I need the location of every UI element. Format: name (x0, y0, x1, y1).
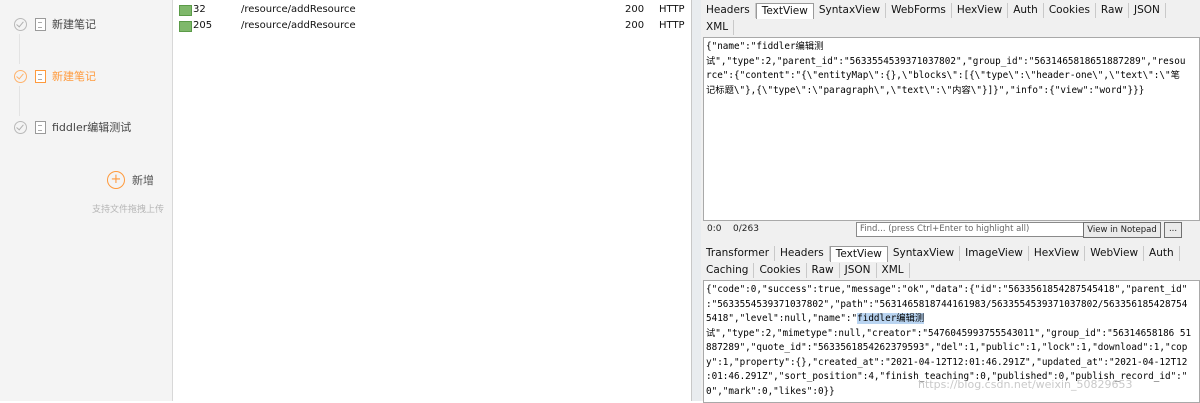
add-note-label: 新增 (132, 174, 154, 187)
tab-webforms[interactable]: WebForms (886, 3, 952, 18)
tab-auth[interactable]: Auth (1144, 246, 1180, 261)
view-in-notepad-button[interactable]: View in Notepad (1083, 222, 1161, 238)
find-input[interactable]: Find... (press Ctrl+Enter to highlight a… (856, 222, 1084, 237)
tab-textview[interactable]: TextView (829, 246, 888, 262)
find-bar: 0:0 0/263 Find... (press Ctrl+Enter to h… (703, 222, 1198, 238)
session-protocol: HTTP (659, 4, 685, 15)
text-line: y":1,"property":{},"created_at":"2021-04… (706, 356, 1188, 368)
plus-icon: + (107, 171, 125, 189)
char-count: 0/263 (733, 224, 759, 234)
tab-syntaxview[interactable]: SyntaxView (814, 3, 887, 18)
tab-webview[interactable]: WebView (1085, 246, 1145, 261)
check-circle-icon[interactable] (14, 69, 27, 83)
session-id: 32 (193, 4, 206, 15)
note-title: 新建笔记 (52, 18, 96, 31)
tab-xml[interactable]: XML (877, 263, 910, 278)
request-tabs: Headers TextView SyntaxView WebForms HexView… (701, 3, 1166, 19)
tab-xml[interactable]: XML (701, 20, 735, 35)
tab-auth[interactable]: Auth (1008, 3, 1044, 18)
document-icon (35, 17, 46, 31)
session-row[interactable]: 32 /resource/addResource 200 HTTP (173, 3, 691, 17)
tab-syntaxview[interactable]: SyntaxView (888, 246, 961, 261)
note-title: fiddler编辑测试 (52, 121, 132, 134)
search-highlight: fiddler编辑测 (857, 313, 925, 324)
drag-upload-hint: 支持文件拖拽上传 (92, 205, 165, 215)
request-body[interactable]: {"name":"fiddler编辑测试","type":2,"parent_i… (703, 37, 1200, 221)
document-icon (35, 120, 46, 134)
session-protocol: HTTP (659, 20, 685, 31)
note-item-active[interactable]: 新建笔记 (14, 67, 96, 85)
timeline-line (19, 34, 20, 64)
text-line: 试","type":2,"mimetype":null,"creator":"5… (706, 327, 1192, 339)
response-tabs-row2: Caching Cookies Raw JSON XML (701, 263, 910, 278)
text-line: {"name":"fiddler编辑测 (706, 41, 824, 52)
cursor-position: 0:0 (707, 224, 722, 234)
session-list: 32 /resource/addResource 200 HTTP 205 /r… (173, 0, 691, 401)
text-line: 887289","quote_id":"5633561854262379593"… (706, 342, 1188, 353)
response-tabs: Transformer Headers TextView SyntaxView Imag… (701, 246, 1180, 262)
tab-json[interactable]: JSON (1129, 3, 1166, 18)
text-line: :"5633554539371037802","path":"563146581… (706, 298, 1188, 310)
tab-cookies[interactable]: Cookies (754, 263, 807, 278)
session-type-icon (179, 5, 192, 16)
note-title: 新建笔记 (52, 70, 96, 83)
tab-raw[interactable]: Raw (1096, 3, 1130, 18)
tab-cookies[interactable]: Cookies (1044, 3, 1096, 18)
add-note-button[interactable]: + 新增 (107, 171, 154, 189)
session-row[interactable]: 205 /resource/addResource 200 HTTP (173, 19, 691, 33)
document-icon (35, 69, 46, 83)
note-item[interactable]: fiddler编辑测试 (14, 118, 131, 136)
text-line: rce":{"content":"{\"entityMap\":{},\"blo… (706, 70, 1180, 81)
tab-imageview[interactable]: ImageView (960, 246, 1029, 261)
notes-sidebar: 新建笔记 新建笔记 fiddler编辑测试 + 新增 支持文件拖拽上传 (0, 0, 173, 401)
tab-raw[interactable]: Raw (807, 263, 840, 278)
timeline-line (19, 86, 20, 116)
inspector-panel: Headers TextView SyntaxView WebForms HexView… (701, 0, 1200, 403)
note-item[interactable]: 新建笔记 (14, 15, 96, 33)
tab-caching[interactable]: Caching (701, 263, 755, 278)
session-status: 200 (625, 4, 645, 15)
tab-headers[interactable]: Headers (775, 246, 830, 261)
tab-transformer[interactable]: Transformer (701, 246, 776, 261)
session-url: /resource/addResource (241, 4, 356, 15)
session-url: /resource/addResource (241, 20, 356, 31)
more-button[interactable]: ... (1164, 222, 1182, 238)
tab-headers[interactable]: Headers (701, 3, 756, 18)
session-id: 205 (193, 20, 213, 31)
request-text: {"name":"fiddler编辑测试","type":2,"parent_i… (704, 38, 1199, 100)
session-type-icon (179, 21, 192, 32)
tab-textview[interactable]: TextView (755, 3, 814, 19)
session-status: 200 (625, 20, 645, 31)
text-line: 记标题\"},{\"type\":\"paragraph\",\"text\":… (706, 84, 1145, 96)
tab-hexview[interactable]: HexView (952, 3, 1009, 18)
watermark: https://blog.csdn.net/weixin_50829653 (918, 378, 1133, 391)
request-tabs-row2: XML (701, 20, 735, 35)
tab-json[interactable]: JSON (840, 263, 877, 278)
text-line: 5418","level":null,"name":"fiddler编辑测 (706, 313, 925, 324)
check-circle-icon[interactable] (14, 120, 27, 134)
check-circle-icon[interactable] (14, 17, 27, 31)
tab-hexview[interactable]: HexView (1029, 246, 1086, 261)
text-line: {"code":0,"success":true,"message":"ok",… (706, 284, 1188, 295)
text-line: 试","type":2,"parent_id":"563355453937103… (706, 55, 1186, 67)
